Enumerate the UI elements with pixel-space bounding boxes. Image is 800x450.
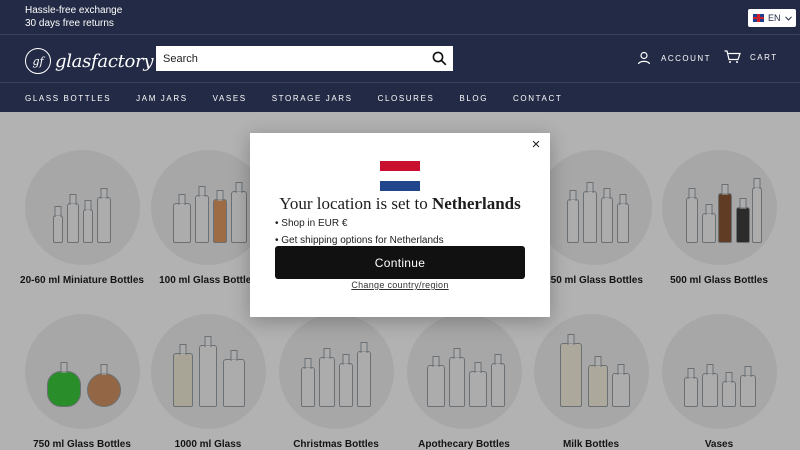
netherlands-flag-icon (380, 161, 420, 191)
logo-text: glasfactory (55, 50, 154, 72)
announcement-bar: Hassle-free exchange 30 days free return… (0, 0, 800, 34)
modal-country: Netherlands (431, 194, 521, 213)
main-navigation: GLASS BOTTLES JAM JARS VASES STORAGE JAR… (0, 82, 800, 113)
nav-contact[interactable]: CONTACT (513, 94, 562, 103)
nav-storage-jars[interactable]: STORAGE JARS (272, 94, 353, 103)
location-modal: × Your location is set to Netherlands • … (250, 133, 550, 317)
account-label: ACCOUNT (661, 53, 712, 63)
site-header: gf glasfactory ACCOUNT CART GLASS BOTTLE… (0, 34, 800, 112)
modal-title: Your location is set to Netherlands (250, 194, 550, 214)
promo-text-exchange: Hassle-free exchange (25, 5, 123, 16)
search-input[interactable] (163, 52, 425, 65)
language-label: EN (768, 13, 781, 23)
modal-bullets: • Shop in EUR € • Get shipping options f… (275, 215, 444, 249)
bullet-currency: • Shop in EUR € (275, 218, 348, 229)
cart-icon (724, 50, 741, 63)
change-country-link[interactable]: Change country/region (250, 280, 550, 290)
cart-link[interactable]: CART (724, 50, 778, 64)
site-logo[interactable]: gf glasfactory (25, 48, 154, 74)
cart-label: CART (750, 52, 778, 62)
chevron-down-icon (784, 15, 792, 21)
nav-glass-bottles[interactable]: GLASS BOTTLES (25, 94, 111, 103)
search-bar (156, 46, 453, 71)
account-link[interactable]: ACCOUNT (637, 51, 711, 65)
nav-blog[interactable]: BLOG (459, 94, 488, 103)
language-selector[interactable]: EN (748, 9, 796, 27)
nav-closures[interactable]: CLOSURES (378, 94, 435, 103)
nav-vases[interactable]: VASES (213, 94, 247, 103)
promo-text-returns: 30 days free returns (25, 18, 114, 29)
close-icon[interactable]: × (529, 137, 543, 152)
logo-mark: gf (25, 48, 51, 74)
modal-title-prefix: Your location is set to (279, 194, 428, 213)
nav-jam-jars[interactable]: JAM JARS (136, 94, 187, 103)
user-icon (637, 51, 651, 65)
continue-button[interactable]: Continue (275, 246, 525, 279)
search-icon[interactable] (425, 46, 453, 71)
uk-flag-icon (753, 14, 764, 22)
